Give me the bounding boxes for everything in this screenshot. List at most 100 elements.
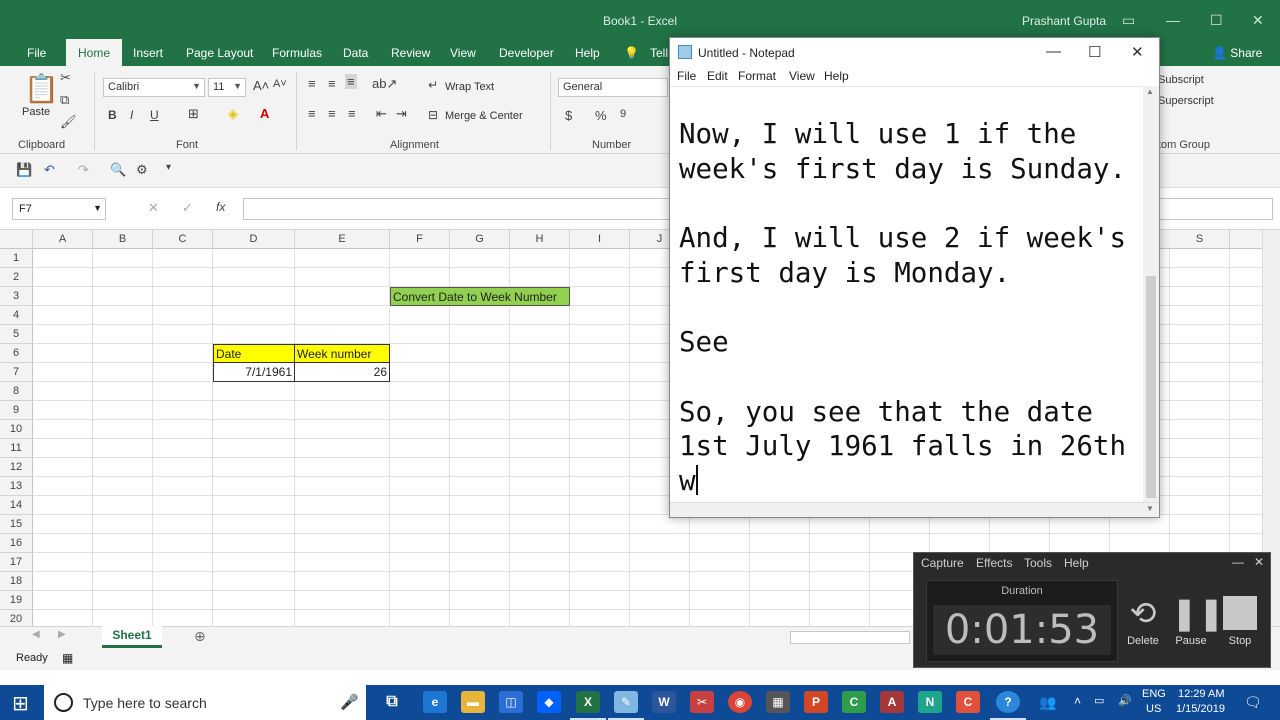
notepad-taskbar-icon[interactable]: ✎ [608,691,644,720]
col-header-b[interactable]: B [93,230,153,249]
camtasia-green-icon[interactable]: C [842,691,866,713]
decrease-indent-icon[interactable]: ⇤ [376,106,387,122]
bold-icon[interactable]: B [108,108,117,122]
row-header[interactable]: 17 [0,553,33,572]
row-header[interactable]: 8 [0,382,33,401]
cancel-entry-icon[interactable]: ✕ [148,200,159,216]
people-icon[interactable]: 👥 [1036,691,1060,713]
add-sheet-icon[interactable]: ⊕ [194,628,206,645]
chrome-icon[interactable]: ◉ [728,691,752,713]
share-button[interactable]: 👤 Share [1212,46,1262,60]
prev-sheet-icon[interactable]: ◀ [32,629,40,640]
taskbar-search-box[interactable]: Type here to search 🎤 [44,685,366,720]
col-header-e[interactable]: E [295,230,390,249]
select-all-corner[interactable] [0,230,33,249]
row-header[interactable]: 12 [0,458,33,477]
align-left-icon[interactable]: ≡ [308,106,316,121]
clock-date[interactable]: 1/15/2019 [1176,703,1225,715]
row-header[interactable]: 15 [0,515,33,534]
row-header[interactable]: 5 [0,325,33,344]
menu-help[interactable]: Help [1064,556,1089,570]
task-view-icon[interactable]: ⧉ [380,691,404,713]
tab-view[interactable]: View [450,46,476,60]
number-format-select[interactable]: General [558,78,668,97]
redo-icon[interactable]: ↷ [78,162,89,178]
increase-indent-icon[interactable]: ⇥ [396,106,407,122]
grow-font-icon[interactable]: A˄ [253,78,269,93]
maximize-icon[interactable]: ☐ [1088,43,1101,61]
tab-review[interactable]: Review [391,46,430,60]
wrap-text-button[interactable]: Wrap Text [445,81,494,93]
currency-icon[interactable]: $ [565,108,572,123]
macro-record-icon[interactable]: ▦ [62,651,73,665]
row-header[interactable]: 19 [0,591,33,610]
scroll-down-icon[interactable]: ▼ [1146,504,1154,513]
language-top[interactable]: ENG [1142,688,1166,700]
align-right-icon[interactable]: ≡ [348,106,356,121]
help-icon[interactable]: ? [990,691,1026,720]
superscript-button[interactable]: Superscript [1158,95,1214,107]
tab-file[interactable]: File [27,46,46,60]
camtasia-icon[interactable]: C [956,691,980,713]
language-bottom[interactable]: US [1146,703,1161,715]
minimize-icon[interactable]: — [1046,43,1061,60]
dropbox-icon[interactable]: ◆ [537,691,561,713]
calculator-icon[interactable]: ▦ [766,691,790,713]
save-icon[interactable]: 💾 [16,162,32,178]
file-explorer-icon[interactable]: ▬ [461,691,485,713]
name-box[interactable]: F7 ▼ [12,198,106,220]
wrap-text-icon[interactable]: ↵ [428,78,438,92]
format-painter-icon[interactable]: 🖌 [60,114,77,130]
notifications-icon[interactable]: 🗨 [1244,694,1262,711]
clock-time[interactable]: 12:29 AM [1178,688,1224,700]
comma-icon[interactable]: 9 [620,108,626,120]
maximize-icon[interactable]: ☐ [1210,12,1223,29]
row-header[interactable]: 2 [0,268,33,287]
col-header-a[interactable]: A [33,230,93,249]
volume-icon[interactable]: 🔊 [1118,694,1132,707]
row-header[interactable]: 13 [0,477,33,496]
confirm-entry-icon[interactable]: ✓ [182,200,193,216]
menu-capture[interactable]: Capture [921,556,964,570]
percent-icon[interactable]: % [595,108,607,123]
menu-effects[interactable]: Effects [976,556,1012,570]
minimize-icon[interactable]: — [1166,12,1180,28]
scroll-up-icon[interactable]: ▲ [1146,87,1154,96]
tell-me[interactable]: Tell [650,46,668,60]
next-sheet-icon[interactable]: ▶ [58,629,66,640]
row-header[interactable]: 16 [0,534,33,553]
borders-icon[interactable]: ⊞ [188,106,199,122]
cut-icon[interactable]: ✂ [60,70,71,86]
insert-function-icon[interactable]: fx [216,200,225,214]
undo-icon[interactable]: ↶ [44,162,55,178]
scroll-thumb[interactable] [1146,276,1156,498]
menu-format[interactable]: Format [738,69,776,83]
battery-icon[interactable]: ▭ [1094,694,1104,707]
col-header-d[interactable]: D [213,230,295,249]
fill-color-icon[interactable]: ◈ [228,106,238,122]
close-icon[interactable]: ✕ [1131,43,1144,61]
notepad-text-area[interactable]: Now, I will use 1 if the week's first day… [670,86,1143,502]
minimize-icon[interactable]: — [1232,555,1244,569]
notepad-vertical-scrollbar[interactable]: ▲ [1143,86,1159,502]
col-header-s[interactable]: S [1170,230,1230,249]
delete-button[interactable]: ⟲ Delete [1123,591,1163,647]
row-header[interactable]: 14 [0,496,33,515]
word-icon[interactable]: W [652,691,676,713]
align-center-icon[interactable]: ≡ [328,106,336,121]
close-icon[interactable]: ✕ [1252,12,1264,29]
merge-center-button[interactable]: Merge & Center [445,110,523,122]
menu-tools[interactable]: Tools [1024,556,1052,570]
orientation-icon[interactable]: ab↗ [372,76,397,92]
col-header-f[interactable]: F [390,230,450,249]
cell-e7[interactable]: 26 [295,362,390,382]
copy-icon[interactable]: ⧉ [60,92,69,108]
tab-formulas[interactable]: Formulas [272,46,322,60]
col-header-g[interactable]: G [450,230,510,249]
col-header-i[interactable]: I [570,230,630,249]
menu-edit[interactable]: Edit [707,69,728,83]
horizontal-scrollbar[interactable] [790,631,910,644]
menu-file[interactable]: File [677,69,696,83]
row-header[interactable]: 20 [0,610,33,626]
user-name[interactable]: Prashant Gupta [1022,14,1106,28]
